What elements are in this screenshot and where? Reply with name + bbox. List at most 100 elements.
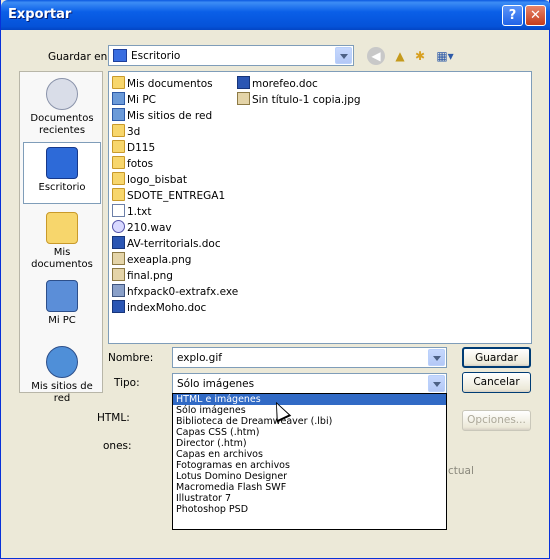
new-folder-icon[interactable]: ✱ (411, 47, 429, 65)
folder-icon (112, 188, 125, 201)
computer-icon (112, 92, 125, 105)
folder-icon (112, 172, 125, 185)
save-in-value: Escritorio (131, 50, 181, 62)
list-item[interactable]: D115 (112, 140, 155, 154)
exe-file-icon (112, 284, 125, 297)
file-name: final.png (127, 270, 173, 282)
my-documents-icon (46, 212, 78, 244)
option-frames-to-files[interactable]: Fotogramas en archivos (173, 460, 446, 471)
chevron-down-icon[interactable] (428, 349, 445, 366)
file-name: exeapla.png (127, 254, 192, 266)
places-bar: Documentos recientes Escritorio Mis docu… (19, 71, 103, 404)
chevron-down-icon[interactable] (335, 47, 352, 64)
list-item[interactable]: fotos (112, 156, 153, 170)
image-file-icon (237, 92, 250, 105)
place-label: Mis documentos (31, 247, 93, 270)
list-item[interactable]: logo_bisbat (112, 172, 187, 186)
image-file-icon (112, 252, 125, 265)
place-label: Mis sitios de red (31, 381, 93, 404)
html-label: HTML: (97, 412, 130, 424)
word-doc-icon (237, 76, 250, 89)
list-item[interactable]: 3d (112, 124, 140, 138)
audio-file-icon (112, 220, 125, 233)
save-button[interactable]: Guardar (462, 347, 531, 368)
up-folder-icon[interactable]: ▲ (391, 47, 409, 65)
desktop-icon (46, 147, 78, 179)
file-name: logo_bisbat (127, 174, 187, 186)
place-label: Documentos recientes (30, 113, 94, 136)
option-photoshop-psd[interactable]: Photoshop PSD (173, 504, 446, 515)
save-in-label: Guardar en: (48, 51, 111, 63)
filetype-value: Sólo imágenes (177, 378, 255, 390)
file-name: Mis sitios de red (127, 110, 213, 122)
file-list[interactable]: Mis documentos Mi PC Mis sitios de red 3… (108, 71, 532, 344)
current-label: ctual (448, 465, 474, 477)
file-name: fotos (127, 158, 154, 170)
list-item[interactable]: 210.wav (112, 220, 172, 234)
list-item[interactable]: final.png (112, 268, 173, 282)
help-button[interactable]: ? (502, 5, 523, 26)
option-layers-to-files[interactable]: Capas en archivos (173, 449, 446, 460)
filename-label: Nombre: (108, 352, 154, 364)
list-item[interactable]: Sin título-1 copia.jpg (237, 92, 361, 106)
file-name: 210.wav (127, 222, 172, 234)
filename-input[interactable]: explo.gif (172, 347, 447, 368)
network-icon (112, 108, 125, 121)
folder-icon (112, 124, 125, 137)
place-my-documents[interactable]: Mis documentos (23, 212, 101, 271)
file-name: 1.txt (127, 206, 152, 218)
image-file-icon (112, 268, 125, 281)
folder-icon (112, 140, 125, 153)
cancel-button[interactable]: Cancelar (462, 372, 531, 393)
title-bar[interactable]: Exportar ? ✕ (1, 0, 550, 30)
option-director[interactable]: Director (.htm) (173, 438, 446, 449)
option-lotus-domino[interactable]: Lotus Domino Designer (173, 471, 446, 482)
word-doc-icon (112, 236, 125, 249)
list-item[interactable]: AV-territorials.doc (112, 236, 221, 250)
file-name: D115 (127, 142, 156, 154)
text-file-icon (112, 204, 125, 217)
option-illustrator[interactable]: Illustrator 7 (173, 493, 446, 504)
save-in-dropdown[interactable]: Escritorio (108, 45, 354, 66)
filetype-dropdown[interactable]: Sólo imágenes (172, 373, 447, 394)
place-label: Escritorio (38, 182, 86, 193)
view-menu-icon[interactable]: ▦▾ (433, 47, 457, 65)
network-places-icon (46, 346, 78, 378)
place-label: Mi PC (48, 315, 76, 326)
option-html-images[interactable]: HTML e imágenes (173, 394, 446, 405)
desktop-icon (113, 49, 127, 62)
options-button[interactable]: Opciones... (462, 410, 531, 431)
chevron-down-icon[interactable] (428, 375, 445, 392)
list-item[interactable]: Mis documentos (112, 76, 213, 90)
place-my-computer[interactable]: Mi PC (23, 280, 101, 327)
folder-icon (112, 156, 125, 169)
option-images-only[interactable]: Sólo imágenes (173, 405, 446, 416)
list-item[interactable]: hfxpack0-extrafx.exe (112, 284, 238, 298)
list-item[interactable]: 1.txt (112, 204, 151, 218)
file-name: Sin título-1 copia.jpg (252, 94, 361, 106)
place-desktop[interactable]: Escritorio (23, 142, 101, 204)
my-computer-icon (46, 280, 78, 312)
list-item[interactable]: exeapla.png (112, 252, 191, 266)
export-dialog: Exportar ? ✕ Guardar en: Escritorio ◀ ▲ … (0, 0, 550, 559)
option-dreamweaver-library[interactable]: Biblioteca de Dreamweaver (.lbi) (173, 416, 446, 427)
options-label: ones: (103, 440, 132, 452)
list-item[interactable]: Mis sitios de red (112, 108, 212, 122)
file-name: indexMoho.doc (127, 302, 207, 314)
list-item[interactable]: Mi PC (112, 92, 156, 106)
word-doc-icon (112, 300, 125, 313)
option-flash-swf[interactable]: Macromedia Flash SWF (173, 482, 446, 493)
folder-icon (112, 76, 125, 89)
back-icon[interactable]: ◀ (367, 47, 385, 65)
place-network[interactable]: Mis sitios de red (23, 346, 101, 405)
list-item[interactable]: indexMoho.doc (112, 300, 206, 314)
file-name: 3d (127, 126, 141, 138)
filetype-options-list[interactable]: HTML e imágenes Sólo imágenes Biblioteca… (172, 393, 447, 530)
option-css-layers[interactable]: Capas CSS (.htm) (173, 427, 446, 438)
close-button[interactable]: ✕ (525, 5, 546, 26)
file-name: AV-territorials.doc (127, 238, 221, 250)
list-item[interactable]: SDOTE_ENTREGA1 (112, 188, 225, 202)
list-item[interactable]: morefeo.doc (237, 76, 318, 90)
place-recent-documents[interactable]: Documentos recientes (23, 78, 101, 137)
file-name: Mi PC (127, 94, 156, 106)
